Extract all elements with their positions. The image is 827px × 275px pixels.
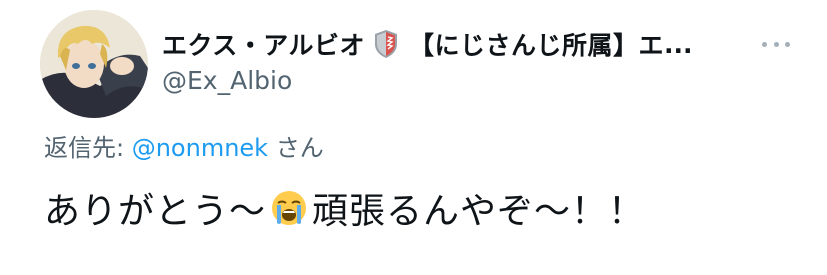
- reply-prefix: 返信先:: [44, 134, 132, 162]
- loudly-crying-face-emoji-icon: [270, 189, 308, 227]
- user-handle[interactable]: @Ex_Albio: [162, 66, 292, 95]
- more-dot: [785, 41, 790, 47]
- tweet-card: エクス・アルビオ 【にじさんじ所属】エ ... @Ex_Albio 返信先: @…: [0, 0, 827, 275]
- avatar[interactable]: [40, 10, 148, 118]
- name-ellipsis: ...: [664, 29, 693, 59]
- more-dots-icon[interactable]: [762, 30, 790, 58]
- reply-to-line: 返信先: @nonmnek さん: [44, 128, 324, 163]
- reply-mention-link[interactable]: @nonmnek: [132, 134, 268, 162]
- reply-suffix: さん: [268, 134, 324, 162]
- more-dot: [762, 41, 767, 47]
- shield-badge-icon: [373, 29, 399, 59]
- tweet-text-part-2: 頑張るんやぞ〜！！: [312, 191, 646, 232]
- tweet-text: ありがとう〜 頑張るんやぞ〜！！: [44, 182, 645, 234]
- more-dot: [773, 41, 779, 47]
- affiliation-text: 【にじさんじ所属】エ: [409, 31, 665, 60]
- author-name-row: エクス・アルビオ 【にじさんじ所属】エ ...: [162, 24, 693, 64]
- display-name[interactable]: エクス・アルビオ: [162, 26, 365, 62]
- tweet-text-part-1: ありがとう〜: [44, 191, 267, 232]
